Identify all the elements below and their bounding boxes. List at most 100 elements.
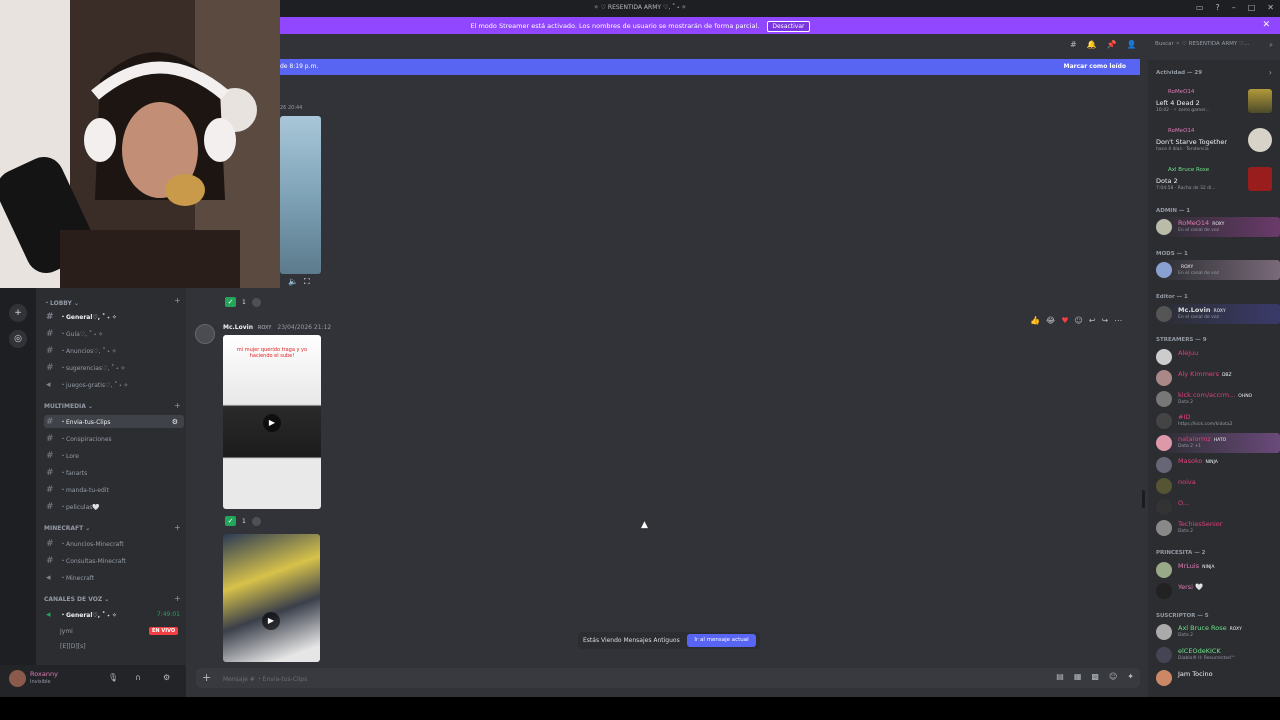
voice-channel-general[interactable]: ◂ ・General♡, ˚ ˖ ✧ 7:49:01 bbox=[44, 608, 184, 621]
emoji-icon[interactable]: ☺ bbox=[1109, 672, 1117, 681]
voice-user[interactable]: [E][D][s] bbox=[60, 643, 86, 650]
check-reaction[interactable]: ✓ bbox=[225, 297, 236, 307]
channel-guia[interactable]: # ・Guía♡, ˚ ˖ ✧ bbox=[44, 327, 184, 340]
message-input[interactable]: + Mensaje # ・Envia-tus-Clips ▤ ▦ ▩ ☺ ✦ bbox=[196, 668, 1140, 688]
author-avatar[interactable] bbox=[195, 324, 215, 344]
member-name: Aly Kimmers DBZ bbox=[1178, 370, 1232, 378]
threads-icon[interactable]: # bbox=[1070, 40, 1077, 49]
add-channel-icon[interactable]: + bbox=[174, 296, 181, 305]
volume-icon[interactable]: 🔈 bbox=[288, 277, 298, 286]
headphones-icon[interactable]: ∩ bbox=[135, 673, 141, 682]
member-item[interactable]: ROXY En el canal de voz bbox=[1156, 260, 1280, 280]
add-reaction-icon[interactable] bbox=[251, 297, 261, 307]
maximize-icon[interactable]: □ bbox=[1248, 3, 1256, 12]
search-input[interactable]: Buscar ✧ ♡ RESENTIDA ARMY ♡... ⌕ bbox=[1155, 41, 1273, 50]
member-item[interactable]: Aly Kimmers DBZ bbox=[1156, 368, 1280, 388]
deactivate-button[interactable]: Desactivar bbox=[767, 21, 810, 32]
video-attachment[interactable] bbox=[280, 116, 321, 274]
channel-envia-tus-clips[interactable]: # ・Envia-tus-Clips ⚙ bbox=[44, 415, 184, 428]
member-item[interactable]: Mc.Lovin ROXY En el canal de voz bbox=[1156, 304, 1280, 324]
fullscreen-icon[interactable]: ⛶ bbox=[304, 277, 310, 287]
close-icon[interactable]: ✕ bbox=[1267, 3, 1274, 12]
channel-peliculas[interactable]: # ・peliculas🤍 bbox=[44, 500, 184, 513]
play-icon[interactable]: ▶ bbox=[263, 414, 281, 432]
channel-general[interactable]: # ・General♡, ˚ ˖ ✧ bbox=[44, 310, 184, 323]
member-item[interactable]: #ID https://kick.com/kidota2 bbox=[1156, 411, 1280, 431]
category-lobby[interactable]: ・LOBBY ⌄ + bbox=[44, 296, 181, 307]
apps-icon[interactable]: ✦ bbox=[1127, 672, 1134, 681]
jump-to-present-button[interactable]: Ir al mensaje actual bbox=[687, 634, 756, 647]
video-attachment[interactable]: mi mujer querido traga y yo haciendo el … bbox=[223, 335, 321, 509]
channel-consultas-minecraft[interactable]: # ・Consultas-Minecraft bbox=[44, 554, 184, 567]
avatar[interactable] bbox=[9, 670, 26, 687]
channel-juegos-gratis[interactable]: ◂ ・juegos-gratis♡, ˚ ˖ ✧ bbox=[44, 378, 184, 391]
channel-conspiraciones[interactable]: # ・Conspiraciones bbox=[44, 432, 184, 445]
explore-icon[interactable]: ◎ bbox=[9, 330, 27, 348]
gift-icon[interactable]: ▤ bbox=[1056, 672, 1064, 681]
reaction-icon[interactable]: 👍 bbox=[1030, 316, 1040, 325]
category-canales-de-voz[interactable]: CANALES DE VOZ ⌄ + bbox=[44, 594, 181, 603]
activity-card[interactable]: RoMeO14 Left 4 Dead 2 10:42 · ✧ zorro ga… bbox=[1148, 89, 1280, 127]
inbox-icon[interactable]: ▭ bbox=[1196, 3, 1204, 12]
category-multimedia[interactable]: MULTIMEDIA ⌄ + bbox=[44, 401, 181, 410]
user-settings-icon[interactable]: ⚙ bbox=[163, 673, 170, 682]
member-item[interactable]: RoMeO14 ROXY En el canal de voz bbox=[1156, 217, 1280, 237]
notifications-icon[interactable]: 🔔 bbox=[1087, 40, 1097, 49]
username[interactable]: Roxanny bbox=[30, 670, 58, 678]
member-item[interactable]: Axl Bruce Rose ROXY Dota 2 bbox=[1156, 622, 1280, 642]
member-item[interactable]: TechiesSenior Dota 2 bbox=[1156, 518, 1280, 538]
minimize-icon[interactable]: – bbox=[1232, 3, 1236, 12]
new-messages-bar[interactable]: de 8:19 p.m. Marcar como leído bbox=[280, 59, 1140, 75]
add-server-icon[interactable]: + bbox=[9, 304, 27, 322]
channel-sugerencias[interactable]: # ・sugerencias♡, ˚ ˖ ✧ bbox=[44, 361, 184, 374]
help-icon[interactable]: ? bbox=[1215, 3, 1219, 12]
member-item[interactable]: noiva bbox=[1156, 476, 1280, 496]
chat-scrollbar[interactable] bbox=[1142, 490, 1145, 508]
member-item[interactable]: Yersi 🤍 bbox=[1156, 581, 1280, 601]
settings-icon[interactable]: ⚙ bbox=[172, 418, 178, 426]
more-icon[interactable]: ⋯ bbox=[1114, 316, 1122, 325]
chevron-right-icon[interactable]: › bbox=[1269, 68, 1272, 77]
member-item[interactable]: MrLuis NINJA bbox=[1156, 560, 1280, 580]
member-item[interactable]: natalormz HATO Dota 2 +1 bbox=[1156, 433, 1280, 453]
microphone-icon[interactable]: 🎙 bbox=[108, 673, 118, 682]
reaction-icon[interactable]: 😂 bbox=[1046, 316, 1055, 325]
member-item[interactable]: O... bbox=[1156, 497, 1280, 517]
gif-icon[interactable]: ▦ bbox=[1074, 672, 1082, 681]
member-item[interactable]: Masoko NINJA bbox=[1156, 455, 1280, 475]
channel-anuncios-minecraft[interactable]: # ・Anuncios-Minecraft bbox=[44, 537, 184, 550]
forward-icon[interactable]: ↪ bbox=[1102, 316, 1109, 325]
check-reaction[interactable]: ✓ bbox=[225, 516, 236, 526]
add-reaction-icon[interactable] bbox=[251, 516, 261, 526]
reply-icon[interactable]: ↩ bbox=[1089, 316, 1096, 325]
members-icon[interactable]: 👤 bbox=[1127, 40, 1137, 49]
heart-icon[interactable]: ♥ bbox=[1061, 316, 1068, 325]
category-minecraft[interactable]: MINECRAFT ⌄ + bbox=[44, 523, 181, 532]
member-item[interactable]: kick.com/accrm... OHNO Dota 2 bbox=[1156, 389, 1280, 409]
channel-minecraft-voice[interactable]: ◂ ・Minecraft bbox=[44, 571, 184, 584]
add-channel-icon[interactable]: + bbox=[174, 401, 181, 410]
channel-anuncios[interactable]: # ・Anuncios♡, ˚ ˖ ✧ bbox=[44, 344, 184, 357]
channel-manda-tu-edit[interactable]: # ・manda-tu-edit bbox=[44, 483, 184, 496]
activity-user: RoMeO14 bbox=[1168, 128, 1195, 134]
sticker-icon[interactable]: ▩ bbox=[1091, 672, 1099, 681]
close-banner-icon[interactable]: ✕ bbox=[1262, 20, 1270, 30]
channel-lore[interactable]: # ・Lore bbox=[44, 449, 184, 462]
mark-read-button[interactable]: Marcar como leído bbox=[1064, 63, 1126, 70]
hash-icon: # bbox=[46, 555, 54, 566]
member-item[interactable]: Alejuu bbox=[1156, 347, 1280, 367]
add-channel-icon[interactable]: + bbox=[174, 594, 181, 603]
member-item[interactable]: elCEOdeKICK Diablo® II: Resurrected™ bbox=[1156, 645, 1280, 665]
member-item[interactable]: Jam Tocino bbox=[1156, 668, 1280, 688]
voice-user[interactable]: Jymi bbox=[60, 628, 73, 635]
channel-fanarts[interactable]: # ・fanarts bbox=[44, 466, 184, 479]
add-reaction-icon[interactable]: ☺ bbox=[1075, 316, 1083, 325]
attach-icon[interactable]: + bbox=[202, 671, 211, 684]
add-channel-icon[interactable]: + bbox=[174, 523, 181, 532]
play-icon[interactable]: ▶ bbox=[262, 612, 280, 630]
video-attachment[interactable]: ▶ bbox=[223, 534, 320, 662]
pin-icon[interactable]: 📌 bbox=[1107, 40, 1117, 49]
activity-card[interactable]: Axl Bruce Rose Dota 2 7:04:58 · Racha de… bbox=[1148, 167, 1280, 205]
activity-card[interactable]: RoMeO14 Don't Starve Together hace 4 día… bbox=[1148, 128, 1280, 166]
author-name[interactable]: Mc.Lovin bbox=[223, 324, 253, 331]
